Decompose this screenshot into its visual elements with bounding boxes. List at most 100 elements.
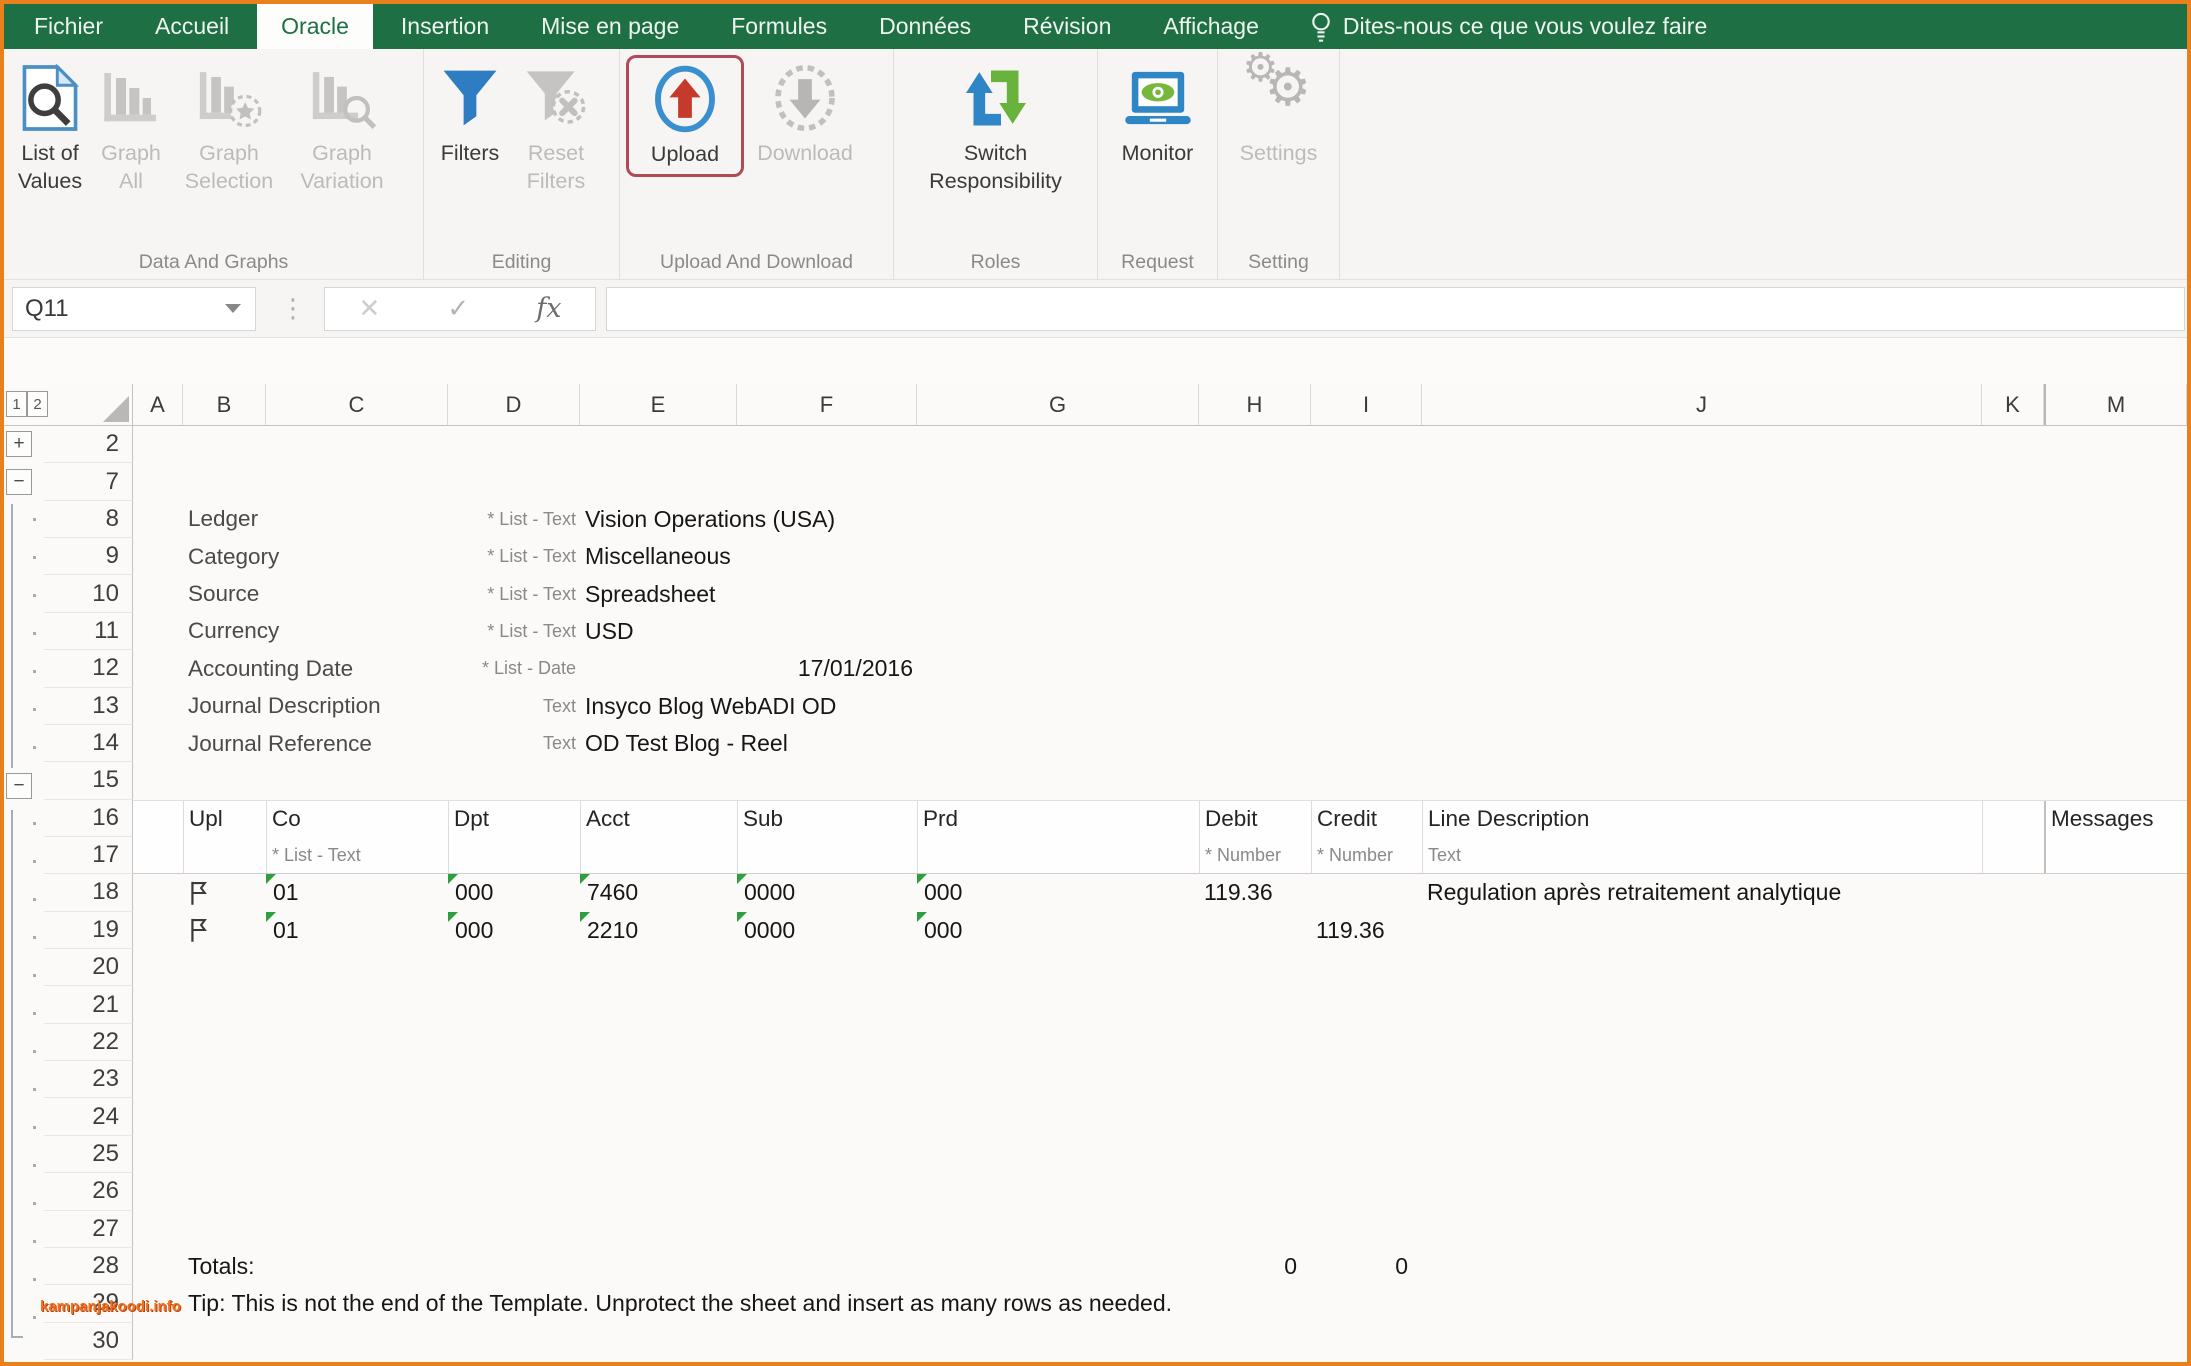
category-value-cell[interactable]: Miscellaneous bbox=[580, 538, 737, 575]
column-header-e[interactable]: E bbox=[580, 384, 737, 425]
co-cell-2[interactable]: 01 bbox=[266, 911, 448, 949]
tab-formules[interactable]: Formules bbox=[707, 4, 851, 49]
column-header-a[interactable]: A bbox=[133, 384, 183, 425]
acct-cell-1[interactable]: 7460 bbox=[580, 874, 737, 911]
header-co-cell[interactable]: Co bbox=[266, 800, 448, 837]
co-cell-1[interactable]: 01 bbox=[266, 874, 448, 911]
hint-line-description-cell[interactable]: Text bbox=[1422, 836, 1982, 874]
switch-responsibility-button[interactable]: Switch Responsibility bbox=[907, 55, 1085, 195]
credit-cell-2[interactable]: 119.36 bbox=[1311, 912, 1422, 949]
dpt-cell-1[interactable]: 000 bbox=[448, 874, 580, 911]
source-label-cell[interactable]: Source bbox=[183, 575, 266, 612]
journal-reference-label-cell[interactable]: Journal Reference bbox=[183, 725, 372, 762]
row-header-22[interactable]: 22 bbox=[44, 1023, 133, 1062]
row-header-20[interactable]: 20 bbox=[44, 949, 133, 987]
row-header-24[interactable]: 24 bbox=[44, 1098, 133, 1136]
filters-button[interactable]: Filters bbox=[430, 55, 510, 167]
tab-affichage[interactable]: Affichage bbox=[1139, 4, 1282, 49]
row-header-13[interactable]: 13 bbox=[44, 687, 133, 725]
header-acct-cell[interactable]: Acct bbox=[580, 800, 737, 837]
row-header-26[interactable]: 26 bbox=[44, 1173, 133, 1211]
column-header-h[interactable]: H bbox=[1199, 384, 1311, 425]
tab-oracle[interactable]: Oracle bbox=[257, 4, 373, 49]
totals-credit-cell[interactable]: 0 bbox=[1311, 1248, 1422, 1285]
row-header-28[interactable]: 28 bbox=[44, 1247, 133, 1286]
category-hint-cell[interactable]: * List - Text bbox=[448, 538, 580, 575]
list-of-values-button[interactable]: List of Values bbox=[10, 55, 90, 195]
outline-collapse-button-mid[interactable]: − bbox=[6, 773, 32, 799]
tip-cell[interactable]: Tip: This is not the end of the Template… bbox=[183, 1285, 1172, 1322]
outline-level-1-button[interactable]: 1 bbox=[6, 391, 27, 417]
tell-me-box[interactable]: Dites-nous ce que vous voulez faire bbox=[1291, 4, 1725, 49]
row-header-15[interactable]: 15 bbox=[44, 762, 133, 800]
formula-input[interactable] bbox=[606, 286, 2185, 331]
column-header-c[interactable]: C bbox=[266, 384, 448, 425]
outline-expand-button[interactable]: + bbox=[6, 431, 32, 457]
hint-messages-empty-cell[interactable] bbox=[2044, 836, 2187, 874]
header-k-empty-cell[interactable] bbox=[1982, 800, 2044, 837]
debit-cell-1[interactable]: 119.36 bbox=[1199, 874, 1311, 911]
row-header-11[interactable]: 11 bbox=[44, 612, 133, 651]
dpt-cell-2[interactable]: 000 bbox=[448, 911, 580, 949]
line-description-cell-1[interactable]: Regulation après retraitement analytique bbox=[1422, 874, 1982, 911]
totals-debit-cell[interactable]: 0 bbox=[1199, 1248, 1311, 1285]
name-box-dropdown-icon[interactable] bbox=[225, 304, 241, 313]
row-header-23[interactable]: 23 bbox=[44, 1061, 133, 1099]
column-header-f[interactable]: F bbox=[737, 384, 917, 425]
prd-cell-1[interactable]: 000 bbox=[917, 874, 1199, 911]
accounting-date-label-cell[interactable]: Accounting Date bbox=[183, 650, 353, 687]
hint-debit-cell[interactable]: * Number bbox=[1199, 836, 1311, 874]
name-box[interactable]: Q11 bbox=[12, 286, 256, 331]
journal-description-label-cell[interactable]: Journal Description bbox=[183, 688, 381, 725]
column-header-g[interactable]: G bbox=[917, 384, 1199, 425]
upload-button[interactable]: Upload bbox=[626, 55, 744, 177]
row-header-7[interactable]: 7 bbox=[44, 463, 133, 501]
row-header-19[interactable]: 19 bbox=[44, 911, 133, 950]
journal-reference-value-cell[interactable]: OD Test Blog - Reel bbox=[580, 725, 788, 762]
currency-hint-cell[interactable]: * List - Text bbox=[448, 613, 580, 650]
source-value-cell[interactable]: Spreadsheet bbox=[580, 575, 737, 612]
row-header-2[interactable]: 2 bbox=[44, 426, 133, 464]
header-credit-cell[interactable]: Credit bbox=[1311, 800, 1422, 837]
row-header-12[interactable]: 12 bbox=[44, 650, 133, 688]
select-all-corner[interactable] bbox=[44, 384, 133, 425]
row-header-17[interactable]: 17 bbox=[44, 836, 133, 875]
ledger-value-cell[interactable]: Vision Operations (USA) bbox=[580, 501, 835, 538]
column-header-j[interactable]: J bbox=[1422, 384, 1982, 425]
accounting-date-value-cell[interactable]: 17/01/2016 bbox=[737, 650, 917, 687]
row-header-30[interactable]: 30 bbox=[44, 1322, 133, 1360]
sub-cell-2[interactable]: 0000 bbox=[737, 911, 917, 949]
tab-insertion[interactable]: Insertion bbox=[377, 4, 513, 49]
ledger-hint-cell[interactable]: * List - Text bbox=[448, 501, 580, 538]
tab-accueil[interactable]: Accueil bbox=[131, 4, 253, 49]
journal-description-hint-cell[interactable]: Text bbox=[448, 688, 580, 725]
row-header-8[interactable]: 8 bbox=[44, 500, 133, 539]
row-header-9[interactable]: 9 bbox=[44, 538, 133, 576]
tab-mise-en-page[interactable]: Mise en page bbox=[517, 4, 703, 49]
accounting-date-hint-cell[interactable]: * List - Date bbox=[448, 650, 580, 687]
column-header-i[interactable]: I bbox=[1311, 384, 1422, 425]
ledger-label-cell[interactable]: Ledger bbox=[183, 501, 266, 538]
column-header-d[interactable]: D bbox=[448, 384, 580, 425]
header-prd-cell[interactable]: Prd bbox=[917, 800, 1199, 837]
row-header-18[interactable]: 18 bbox=[44, 874, 133, 912]
hint-co-cell[interactable]: * List - Text bbox=[266, 836, 448, 874]
totals-label-cell[interactable]: Totals: bbox=[183, 1248, 266, 1285]
row-header-14[interactable]: 14 bbox=[44, 724, 133, 763]
hint-upl-empty-cell[interactable] bbox=[183, 836, 266, 874]
cancel-icon[interactable]: ✕ bbox=[359, 293, 381, 324]
sub-cell-1[interactable]: 0000 bbox=[737, 874, 917, 911]
header-line-description-cell[interactable]: Line Description bbox=[1422, 800, 1982, 837]
enter-icon[interactable]: ✓ bbox=[447, 293, 469, 324]
currency-label-cell[interactable]: Currency bbox=[183, 613, 279, 650]
row-header-10[interactable]: 10 bbox=[44, 575, 133, 613]
journal-reference-hint-cell[interactable]: Text bbox=[448, 725, 580, 762]
hint-acct-empty-cell[interactable] bbox=[580, 836, 737, 874]
insert-function-icon[interactable]: fx bbox=[536, 293, 561, 324]
acct-cell-2[interactable]: 2210 bbox=[580, 911, 737, 949]
header-upl-cell[interactable]: Upl bbox=[183, 800, 266, 837]
hint-prd-empty-cell[interactable] bbox=[917, 836, 1199, 874]
row-header-27[interactable]: 27 bbox=[44, 1210, 133, 1248]
header-messages-cell[interactable]: Messages bbox=[2044, 800, 2187, 837]
header-sub-cell[interactable]: Sub bbox=[737, 800, 917, 837]
